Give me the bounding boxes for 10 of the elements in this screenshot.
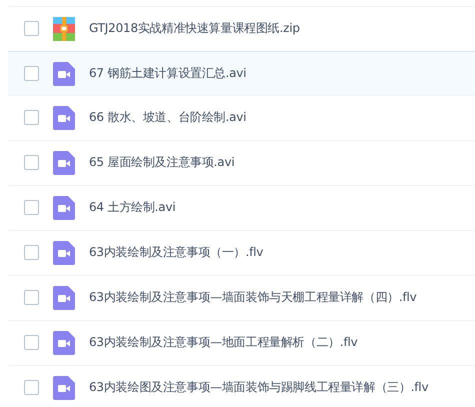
file-name: 66 散水、坡道、台阶绘制.avi [89, 109, 246, 126]
file-name: 67 钢筋土建计算设置汇总.avi [89, 65, 246, 82]
file-name: 64 土方绘制.avi [89, 199, 176, 216]
file-name: 65 屋面绘制及注意事项.avi [89, 154, 234, 171]
file-name: GTJ2018实战精准快速算量课程图纸.zip [89, 20, 300, 37]
file-name: 63内装绘制及注意事项—墙面装饰与天棚工程量详解（四）.flv [89, 289, 417, 306]
file-name: 63内装绘图及注意事项—墙面装饰与踢脚线工程量详解（三）.flv [89, 379, 428, 396]
file-name: 63内装绘制及注意事项—地面工程量解析（二）.flv [89, 334, 358, 351]
file-row[interactable]: 67 钢筋土建计算设置汇总.avi [8, 51, 475, 96]
file-name: 63内装绘制及注意事项（一）.flv [89, 244, 264, 261]
